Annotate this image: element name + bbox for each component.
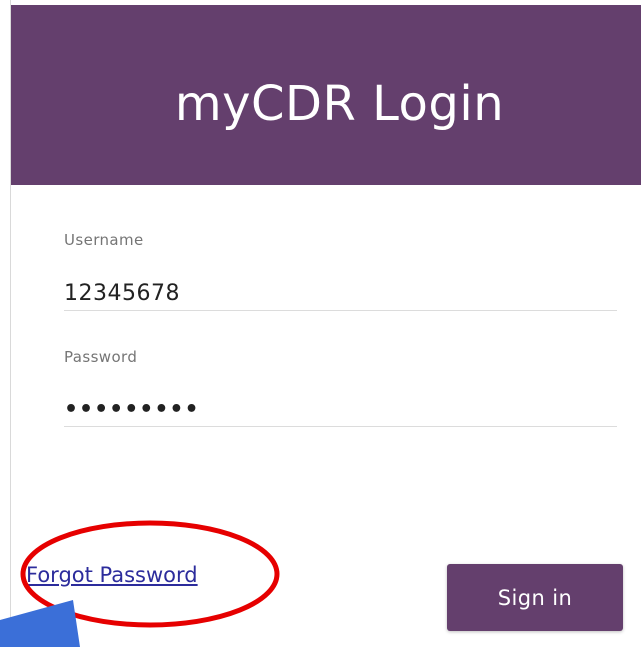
- page-title: myCDR Login: [174, 76, 505, 132]
- login-header: myCDR Login: [11, 5, 641, 185]
- login-screen: myCDR Login Username Password Sign in Fo…: [0, 0, 641, 647]
- password-input[interactable]: [64, 392, 617, 427]
- password-label: Password: [64, 348, 138, 366]
- sign-in-button[interactable]: Sign in: [447, 564, 623, 631]
- forgot-password-link[interactable]: Forgot Password: [26, 563, 198, 587]
- username-input[interactable]: [64, 276, 617, 311]
- username-label: Username: [64, 231, 144, 249]
- login-card: myCDR Login Username Password Sign in: [10, 0, 641, 647]
